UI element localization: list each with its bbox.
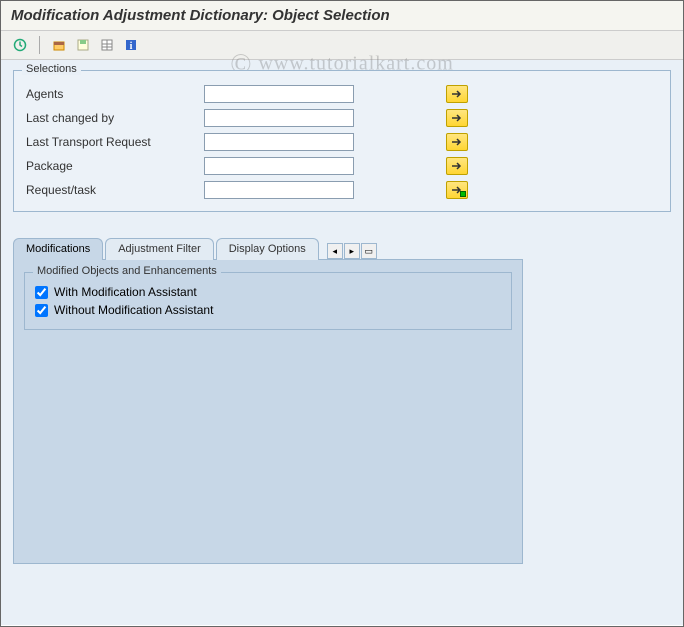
information-button[interactable]: i bbox=[120, 35, 142, 55]
application-toolbar: i bbox=[1, 31, 683, 60]
with-mod-assistant-label: With Modification Assistant bbox=[54, 285, 197, 299]
check-row: With Modification Assistant bbox=[35, 285, 501, 299]
value-help-indicator-icon bbox=[460, 191, 466, 197]
svg-text:i: i bbox=[130, 41, 133, 52]
agents-label: Agents bbox=[24, 87, 204, 101]
disk-icon bbox=[76, 38, 90, 52]
triangle-right-icon: ▸ bbox=[350, 246, 355, 257]
info-icon: i bbox=[124, 38, 138, 52]
package-label: Package bbox=[24, 159, 204, 173]
execute-button[interactable] bbox=[9, 35, 31, 55]
last-changed-by-multiple-selection-button[interactable] bbox=[446, 109, 468, 127]
table-icon bbox=[100, 38, 114, 52]
last-transport-request-multiple-selection-button[interactable] bbox=[446, 133, 468, 151]
arrow-right-icon bbox=[451, 113, 463, 123]
triangle-left-icon: ◂ bbox=[333, 246, 338, 257]
request-task-multiple-selection-button[interactable] bbox=[446, 181, 468, 199]
without-mod-assistant-label: Without Modification Assistant bbox=[54, 303, 213, 317]
selection-row: Agents bbox=[24, 83, 660, 105]
arrow-right-icon bbox=[451, 137, 463, 147]
main-area: Selections Agents Last changed by bbox=[1, 60, 683, 625]
clock-check-icon bbox=[13, 38, 27, 52]
selection-row: Last Transport Request bbox=[24, 131, 660, 153]
spreadsheet-button[interactable] bbox=[96, 35, 118, 55]
with-mod-assistant-checkbox[interactable] bbox=[35, 286, 48, 299]
selection-row: Package bbox=[24, 155, 660, 177]
last-transport-request-label: Last Transport Request bbox=[24, 135, 204, 149]
request-task-label: Request/task bbox=[24, 183, 204, 197]
arrow-right-icon bbox=[451, 161, 463, 171]
selections-group-title: Selections bbox=[22, 63, 81, 75]
request-task-input[interactable] bbox=[204, 181, 354, 199]
last-changed-by-label: Last changed by bbox=[24, 111, 204, 125]
tab-display-options[interactable]: Display Options bbox=[216, 238, 319, 260]
agents-multiple-selection-button[interactable] bbox=[446, 85, 468, 103]
tab-list-button[interactable]: ▭ bbox=[361, 243, 377, 259]
title-bar: Modification Adjustment Dictionary: Obje… bbox=[1, 1, 683, 31]
folder-open-icon bbox=[52, 38, 66, 52]
tab-modifications[interactable]: Modifications bbox=[13, 238, 103, 260]
tab-scroll-right-button[interactable]: ▸ bbox=[344, 243, 360, 259]
tab-strip: Modifications Adjustment Filter Display … bbox=[13, 237, 523, 564]
toolbar-separator bbox=[39, 36, 40, 54]
last-changed-by-input[interactable] bbox=[204, 109, 354, 127]
arrow-right-icon bbox=[451, 89, 463, 99]
tab-scroll-left-button[interactable]: ◂ bbox=[327, 243, 343, 259]
selections-group: Selections Agents Last changed by bbox=[13, 70, 671, 212]
package-multiple-selection-button[interactable] bbox=[446, 157, 468, 175]
check-row: Without Modification Assistant bbox=[35, 303, 501, 317]
tab-body-modifications: Modified Objects and Enhancements With M… bbox=[13, 259, 523, 564]
page-title: Modification Adjustment Dictionary: Obje… bbox=[11, 7, 390, 24]
agents-input[interactable] bbox=[204, 85, 354, 103]
selection-row: Request/task bbox=[24, 179, 660, 201]
selection-row: Last changed by bbox=[24, 107, 660, 129]
package-input[interactable] bbox=[204, 157, 354, 175]
save-variant-button[interactable] bbox=[72, 35, 94, 55]
tab-adjustment-filter[interactable]: Adjustment Filter bbox=[105, 238, 214, 260]
get-variant-button[interactable] bbox=[48, 35, 70, 55]
modified-objects-group: Modified Objects and Enhancements With M… bbox=[24, 272, 512, 330]
last-transport-request-input[interactable] bbox=[204, 133, 354, 151]
without-mod-assistant-checkbox[interactable] bbox=[35, 304, 48, 317]
tab-list-icon: ▭ bbox=[365, 246, 374, 257]
modified-objects-group-title: Modified Objects and Enhancements bbox=[33, 265, 221, 277]
